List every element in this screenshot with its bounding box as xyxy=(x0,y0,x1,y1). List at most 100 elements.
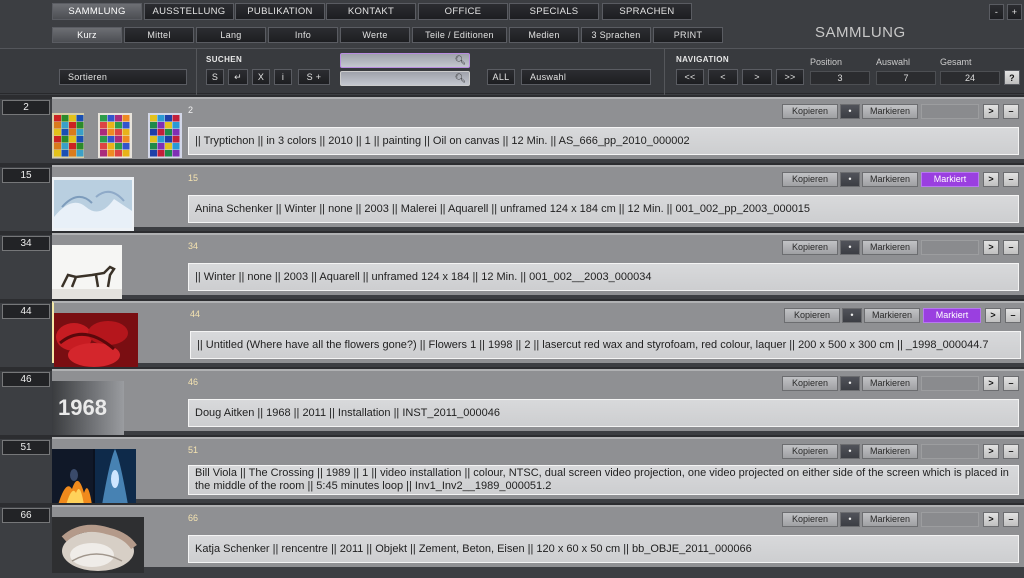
next-record-button[interactable]: > xyxy=(983,444,999,459)
dot-button[interactable]: • xyxy=(840,376,860,391)
selection-button[interactable]: Auswahl xyxy=(521,69,651,85)
nav-office[interactable]: OFFICE xyxy=(418,3,508,20)
next-record-button[interactable]: > xyxy=(983,240,999,255)
record-row[interactable]: 1968 46 Doug Aitken || 1968 || 2011 || Ins… xyxy=(52,369,1024,435)
tab-3-sprachen[interactable]: 3 Sprachen xyxy=(581,27,651,43)
search-info-button[interactable]: i xyxy=(274,69,292,85)
nav-sammlung[interactable]: SAMMLUNG xyxy=(52,3,142,20)
search-s-button[interactable]: S xyxy=(206,69,224,85)
copy-button[interactable]: Kopieren xyxy=(782,444,838,459)
copy-button[interactable]: Kopieren xyxy=(782,172,838,187)
dot-button[interactable]: • xyxy=(842,308,862,323)
marked-badge[interactable]: Markiert xyxy=(921,172,979,187)
next-record-button[interactable]: > xyxy=(983,172,999,187)
next-record-button[interactable]: > xyxy=(985,308,1001,323)
minimize-button[interactable]: - xyxy=(989,4,1004,20)
maximize-button[interactable]: + xyxy=(1007,4,1022,20)
red-wax-flowers-thumb[interactable] xyxy=(54,313,138,369)
record-row[interactable]: 2 || Tryptichon || in 3 colors || 2010 ||… xyxy=(52,97,1024,159)
search-plus-button[interactable]: S + xyxy=(298,69,330,85)
nav-last-button[interactable]: >> xyxy=(776,69,804,85)
search-input-2[interactable]: 🔍︎ xyxy=(340,71,470,86)
collapse-record-button[interactable]: – xyxy=(1003,444,1019,459)
collapse-record-button[interactable]: – xyxy=(1003,240,1019,255)
tab-print[interactable]: PRINT xyxy=(653,27,723,43)
record-description[interactable]: || Winter || none || 2003 || Aquarell ||… xyxy=(188,263,1019,291)
nav-prev-button[interactable]: < xyxy=(708,69,738,85)
tab-werte[interactable]: Werte xyxy=(340,27,410,43)
record-description[interactable]: Bill Viola || The Crossing || 1989 || 1 … xyxy=(188,465,1019,495)
search-clear-button[interactable]: X xyxy=(252,69,270,85)
mark-button[interactable]: Markieren xyxy=(864,308,920,323)
winter-watercolor-thumb[interactable] xyxy=(52,177,134,231)
marked-badge-empty[interactable] xyxy=(921,104,979,119)
marked-badge-empty[interactable] xyxy=(921,240,979,255)
dog-sculpture-thumb[interactable] xyxy=(52,245,122,299)
mark-button[interactable]: Markieren xyxy=(862,512,918,527)
record-row[interactable]: 15 Anina Schenker || Winter || none || 20… xyxy=(52,165,1024,231)
dot-button[interactable]: • xyxy=(840,240,860,255)
collapse-record-button[interactable]: – xyxy=(1003,512,1019,527)
sort-button[interactable]: Sortieren xyxy=(59,69,187,85)
record-description[interactable]: Anina Schenker || Winter || none || 2003… xyxy=(188,195,1019,223)
marked-badge-empty[interactable] xyxy=(921,512,979,527)
mark-button[interactable]: Markieren xyxy=(862,104,918,119)
record-index[interactable]: 66 xyxy=(2,508,50,523)
dot-button[interactable]: • xyxy=(840,172,860,187)
record-index[interactable]: 34 xyxy=(2,236,50,251)
nav-publikation[interactable]: PUBLIKATION xyxy=(235,3,325,20)
tab-info[interactable]: Info xyxy=(268,27,338,43)
record-description[interactable]: || Tryptichon || in 3 colors || 2010 || … xyxy=(188,127,1019,155)
1968-text-thumb[interactable]: 1968 xyxy=(52,381,124,435)
tryptichon-thumb[interactable] xyxy=(52,113,186,158)
copy-button[interactable]: Kopieren xyxy=(782,240,838,255)
record-index[interactable]: 44 xyxy=(2,304,50,319)
record-index[interactable]: 51 xyxy=(2,440,50,455)
marked-badge-empty[interactable] xyxy=(921,444,979,459)
record-row[interactable]: 34 || Winter || none || 2003 || Aquarell … xyxy=(52,233,1024,299)
concrete-figure-thumb[interactable] xyxy=(52,517,144,573)
next-record-button[interactable]: > xyxy=(983,512,999,527)
dot-button[interactable]: • xyxy=(840,512,860,527)
mark-button[interactable]: Markieren xyxy=(862,444,918,459)
nav-ausstellung[interactable]: AUSSTELLUNG xyxy=(144,3,234,20)
crossing-video-thumb[interactable] xyxy=(52,449,136,505)
record-description[interactable]: || Untitled (Where have all the flowers … xyxy=(190,331,1021,359)
collapse-record-button[interactable]: – xyxy=(1003,172,1019,187)
record-description[interactable]: Katja Schenker || rencentre || 2011 || O… xyxy=(188,535,1019,563)
search-enter-button[interactable]: ↵ xyxy=(228,69,248,85)
mark-button[interactable]: Markieren xyxy=(862,376,918,391)
record-index[interactable]: 2 xyxy=(2,100,50,115)
record-row[interactable]: 44 || Untitled (Where have all the flowe… xyxy=(52,301,1024,369)
tab-lang[interactable]: Lang xyxy=(196,27,266,43)
nav-specials[interactable]: SPECIALS xyxy=(509,3,599,20)
record-row[interactable]: 51 Bill Viola || The Crossing || 1989 || … xyxy=(52,437,1024,505)
dot-button[interactable]: • xyxy=(840,104,860,119)
copy-button[interactable]: Kopieren xyxy=(782,512,838,527)
record-row[interactable]: 66 Katja Schenker || rencentre || 2011 ||… xyxy=(52,505,1024,573)
tab-teile-editionen[interactable]: Teile / Editionen xyxy=(412,27,507,43)
tab-mittel[interactable]: Mittel xyxy=(124,27,194,43)
nav-sprachen[interactable]: SPRACHEN xyxy=(602,3,692,20)
mark-button[interactable]: Markieren xyxy=(862,240,918,255)
tab-medien[interactable]: Medien xyxy=(509,27,579,43)
all-button[interactable]: ALL xyxy=(487,69,515,85)
next-record-button[interactable]: > xyxy=(983,376,999,391)
copy-button[interactable]: Kopieren xyxy=(782,104,838,119)
mark-button[interactable]: Markieren xyxy=(862,172,918,187)
record-description[interactable]: Doug Aitken || 1968 || 2011 || Installat… xyxy=(188,399,1019,427)
collapse-record-button[interactable]: – xyxy=(1005,308,1021,323)
nav-kontakt[interactable]: KONTAKT xyxy=(326,3,416,20)
collapse-record-button[interactable]: – xyxy=(1003,104,1019,119)
marked-badge[interactable]: Markiert xyxy=(923,308,981,323)
marked-badge-empty[interactable] xyxy=(921,376,979,391)
tab-kurz[interactable]: Kurz xyxy=(52,27,122,43)
collapse-record-button[interactable]: – xyxy=(1003,376,1019,391)
record-index[interactable]: 46 xyxy=(2,372,50,387)
nav-first-button[interactable]: << xyxy=(676,69,704,85)
search-input-1[interactable]: 🔍︎ xyxy=(340,53,470,68)
next-record-button[interactable]: > xyxy=(983,104,999,119)
help-button[interactable]: ? xyxy=(1004,70,1020,85)
copy-button[interactable]: Kopieren xyxy=(782,376,838,391)
dot-button[interactable]: • xyxy=(840,444,860,459)
